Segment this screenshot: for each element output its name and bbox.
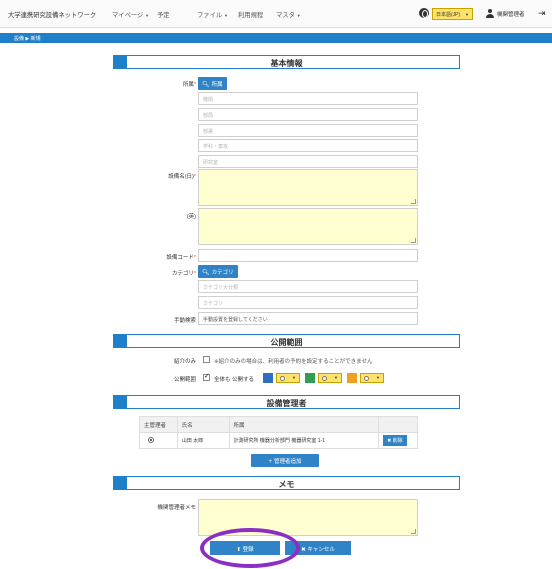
- category-field[interactable]: カテゴリ: [198, 296, 418, 309]
- name-en-textarea[interactable]: [198, 208, 418, 245]
- scope-select-1[interactable]: ▼: [276, 373, 300, 383]
- search-icon: 🔍︎: [202, 82, 210, 88]
- code-label: 設備コード*: [166, 255, 196, 261]
- section-title: 公開範囲: [270, 338, 303, 347]
- annotation-circle: [200, 528, 300, 568]
- location-label: 所属*: [182, 82, 196, 88]
- publish-all-checkbox[interactable]: [203, 372, 210, 381]
- delete-button[interactable]: ✖ 削除: [383, 435, 407, 446]
- managers-table: 主管理者 氏名 所属 山田 太郎 計測研究所 機器分析部門 機器研究室 1-1 …: [139, 416, 418, 449]
- close-icon: ✖: [301, 547, 306, 553]
- primary-radio[interactable]: [148, 436, 154, 443]
- manager-name: 山田 太郎: [176, 432, 230, 449]
- primary-radio-cell: [139, 432, 178, 449]
- language-select[interactable]: 日本語(JP) ▼: [432, 8, 473, 20]
- division-field[interactable]: 部署: [198, 124, 418, 137]
- manager-affiliation: 計測研究所 機器分析部門 機器研究室 1-1: [228, 432, 380, 449]
- scope-select-2[interactable]: ▼: [318, 373, 342, 383]
- scope-icon-orange: [347, 373, 357, 383]
- col-name: 氏名: [176, 416, 230, 433]
- place-label: 手動検索: [173, 318, 196, 324]
- logout-icon[interactable]: ⇥: [538, 8, 546, 19]
- institution-field[interactable]: 機関: [198, 92, 418, 105]
- memo-label: 機関管理者メモ: [157, 505, 196, 511]
- nav-item-schedule[interactable]: 予定: [157, 10, 170, 19]
- publish-scope-label: 公開範囲: [173, 377, 196, 383]
- section-title: 基本情報: [270, 59, 303, 68]
- section-title: 設備管理者: [266, 399, 307, 408]
- section-basic-info: 基本情報: [113, 55, 460, 69]
- globe-icon: [419, 8, 429, 18]
- major-field[interactable]: 学科・専攻: [198, 139, 418, 152]
- user-name[interactable]: 機関管理者: [497, 10, 525, 18]
- location-search-button[interactable]: 🔍︎ 所属: [198, 77, 227, 90]
- name-jp-textarea[interactable]: [198, 169, 418, 206]
- add-manager-button[interactable]: + 管理者追加: [251, 454, 319, 467]
- section-memo: メモ: [113, 476, 460, 490]
- section-scope: 公開範囲: [113, 334, 460, 348]
- category-major-field[interactable]: カテゴリ大分類: [198, 280, 418, 293]
- publish-all-text: 全体も 公開する: [214, 377, 255, 383]
- place-field[interactable]: 手動設置を登録してください: [198, 312, 418, 325]
- nav-item-terms[interactable]: 利用規程: [238, 10, 263, 19]
- name-en-label: (英): [186, 214, 196, 220]
- nav-item-file[interactable]: ファイル ▼: [197, 10, 228, 19]
- col-action: [378, 416, 418, 433]
- scope-icon-green: [305, 373, 315, 383]
- category-label: カテゴリ*: [171, 271, 196, 277]
- brand-title[interactable]: 大学連携研究設備ネットワーク: [8, 10, 96, 19]
- department-field[interactable]: 部局: [198, 108, 418, 121]
- col-affiliation: 所属: [228, 416, 380, 433]
- user-icon: [486, 9, 494, 18]
- search-icon: 🔍︎: [202, 270, 210, 276]
- breadcrumb: 設備 ▶ 新規: [0, 33, 552, 43]
- lab-field[interactable]: 研究室: [198, 155, 418, 168]
- category-search-button[interactable]: 🔍︎ カテゴリ: [198, 265, 238, 278]
- scope-select-3[interactable]: ▼: [360, 373, 384, 383]
- nav-item-mypage[interactable]: マイページ ▼: [112, 10, 149, 19]
- nav-item-master[interactable]: マスタ ▼: [276, 10, 301, 19]
- delete-cell: ✖ 削除: [378, 432, 418, 449]
- table-row: 山田 太郎 計測研究所 機器分析部門 機器研究室 1-1 ✖ 削除: [139, 432, 418, 449]
- section-managers: 設備管理者: [113, 395, 460, 409]
- intro-only-checkbox[interactable]: [203, 356, 210, 363]
- section-title: メモ: [278, 480, 295, 489]
- code-field[interactable]: [198, 249, 418, 262]
- name-jp-label: 設備名(日)*: [168, 174, 196, 180]
- plus-icon: +: [268, 459, 272, 465]
- col-primary: 主管理者: [139, 416, 178, 433]
- table-header-row: 主管理者 氏名 所属: [139, 416, 418, 433]
- intro-only-note: ※紹介のみの場合は、利用者の予約を設定することができません: [214, 359, 373, 365]
- top-nav: 大学連携研究設備ネットワーク マイページ ▼ 予定 ファイル ▼ 利用規程 マス…: [0, 0, 552, 28]
- scope-icon-blue: [263, 373, 273, 383]
- intro-only-label: 紹介のみ: [173, 359, 196, 365]
